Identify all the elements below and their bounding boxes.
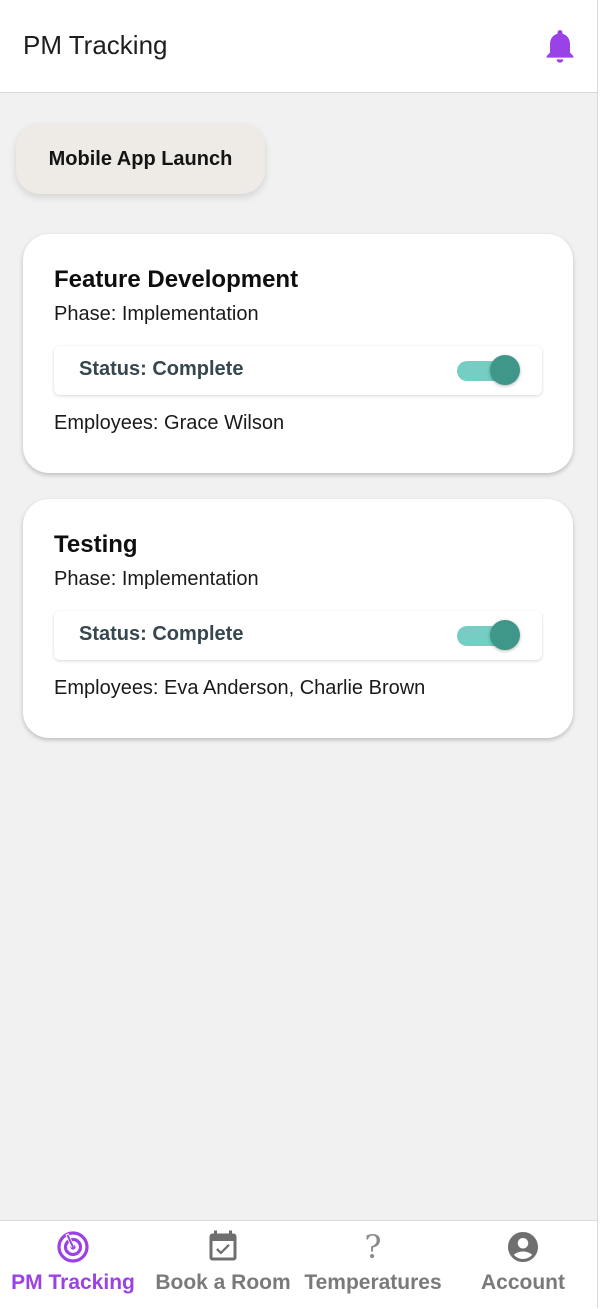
status-label: Status: Complete xyxy=(79,623,244,645)
nav-label: Book a Room xyxy=(155,1271,291,1294)
nav-label: Temperatures xyxy=(304,1271,442,1294)
question-icon: ? xyxy=(364,1228,382,1266)
account-circle-icon xyxy=(508,1232,538,1262)
status-label: Status: Complete xyxy=(79,358,244,380)
nav-label: PM Tracking xyxy=(11,1271,135,1294)
task-employees: Employees: Eva Anderson, Charlie Brown xyxy=(54,677,426,699)
app-header: PM Tracking xyxy=(0,0,597,93)
task-title: Testing xyxy=(54,531,138,558)
status-toggle[interactable] xyxy=(457,620,521,650)
task-employees: Employees: Grace Wilson xyxy=(54,412,285,434)
task-phase: Phase: Implementation xyxy=(54,303,259,325)
app-screen: PM Tracking Mobile App Launch Feature De… xyxy=(0,0,598,1308)
nav-item-book-a-room[interactable]: Book a Room xyxy=(152,1221,294,1309)
toggle-knob xyxy=(490,620,520,650)
nav-item-pm-tracking[interactable]: PM Tracking xyxy=(4,1221,142,1309)
bottom-nav: PM Tracking Book a Room ? Temperatures A… xyxy=(0,1220,597,1308)
page-title: PM Tracking xyxy=(23,30,168,60)
nav-label: Account xyxy=(481,1271,565,1294)
task-title: Feature Development xyxy=(54,266,299,293)
calendar-check-icon xyxy=(209,1230,237,1261)
status-row: Status: Complete xyxy=(54,346,542,395)
target-icon xyxy=(57,1231,89,1263)
task-card: Testing Phase: Implementation Status: Co… xyxy=(23,499,573,738)
nav-item-temperatures[interactable]: ? Temperatures xyxy=(298,1221,448,1309)
task-card: Feature Development Phase: Implementatio… xyxy=(23,234,573,473)
window-edge xyxy=(598,0,608,1308)
status-toggle[interactable] xyxy=(457,355,521,385)
status-row: Status: Complete xyxy=(54,611,542,660)
bell-icon[interactable] xyxy=(540,25,580,67)
task-phase: Phase: Implementation xyxy=(54,568,259,590)
toggle-knob xyxy=(490,355,520,385)
project-chip[interactable]: Mobile App Launch xyxy=(16,124,265,194)
nav-item-account[interactable]: Account xyxy=(452,1221,594,1309)
